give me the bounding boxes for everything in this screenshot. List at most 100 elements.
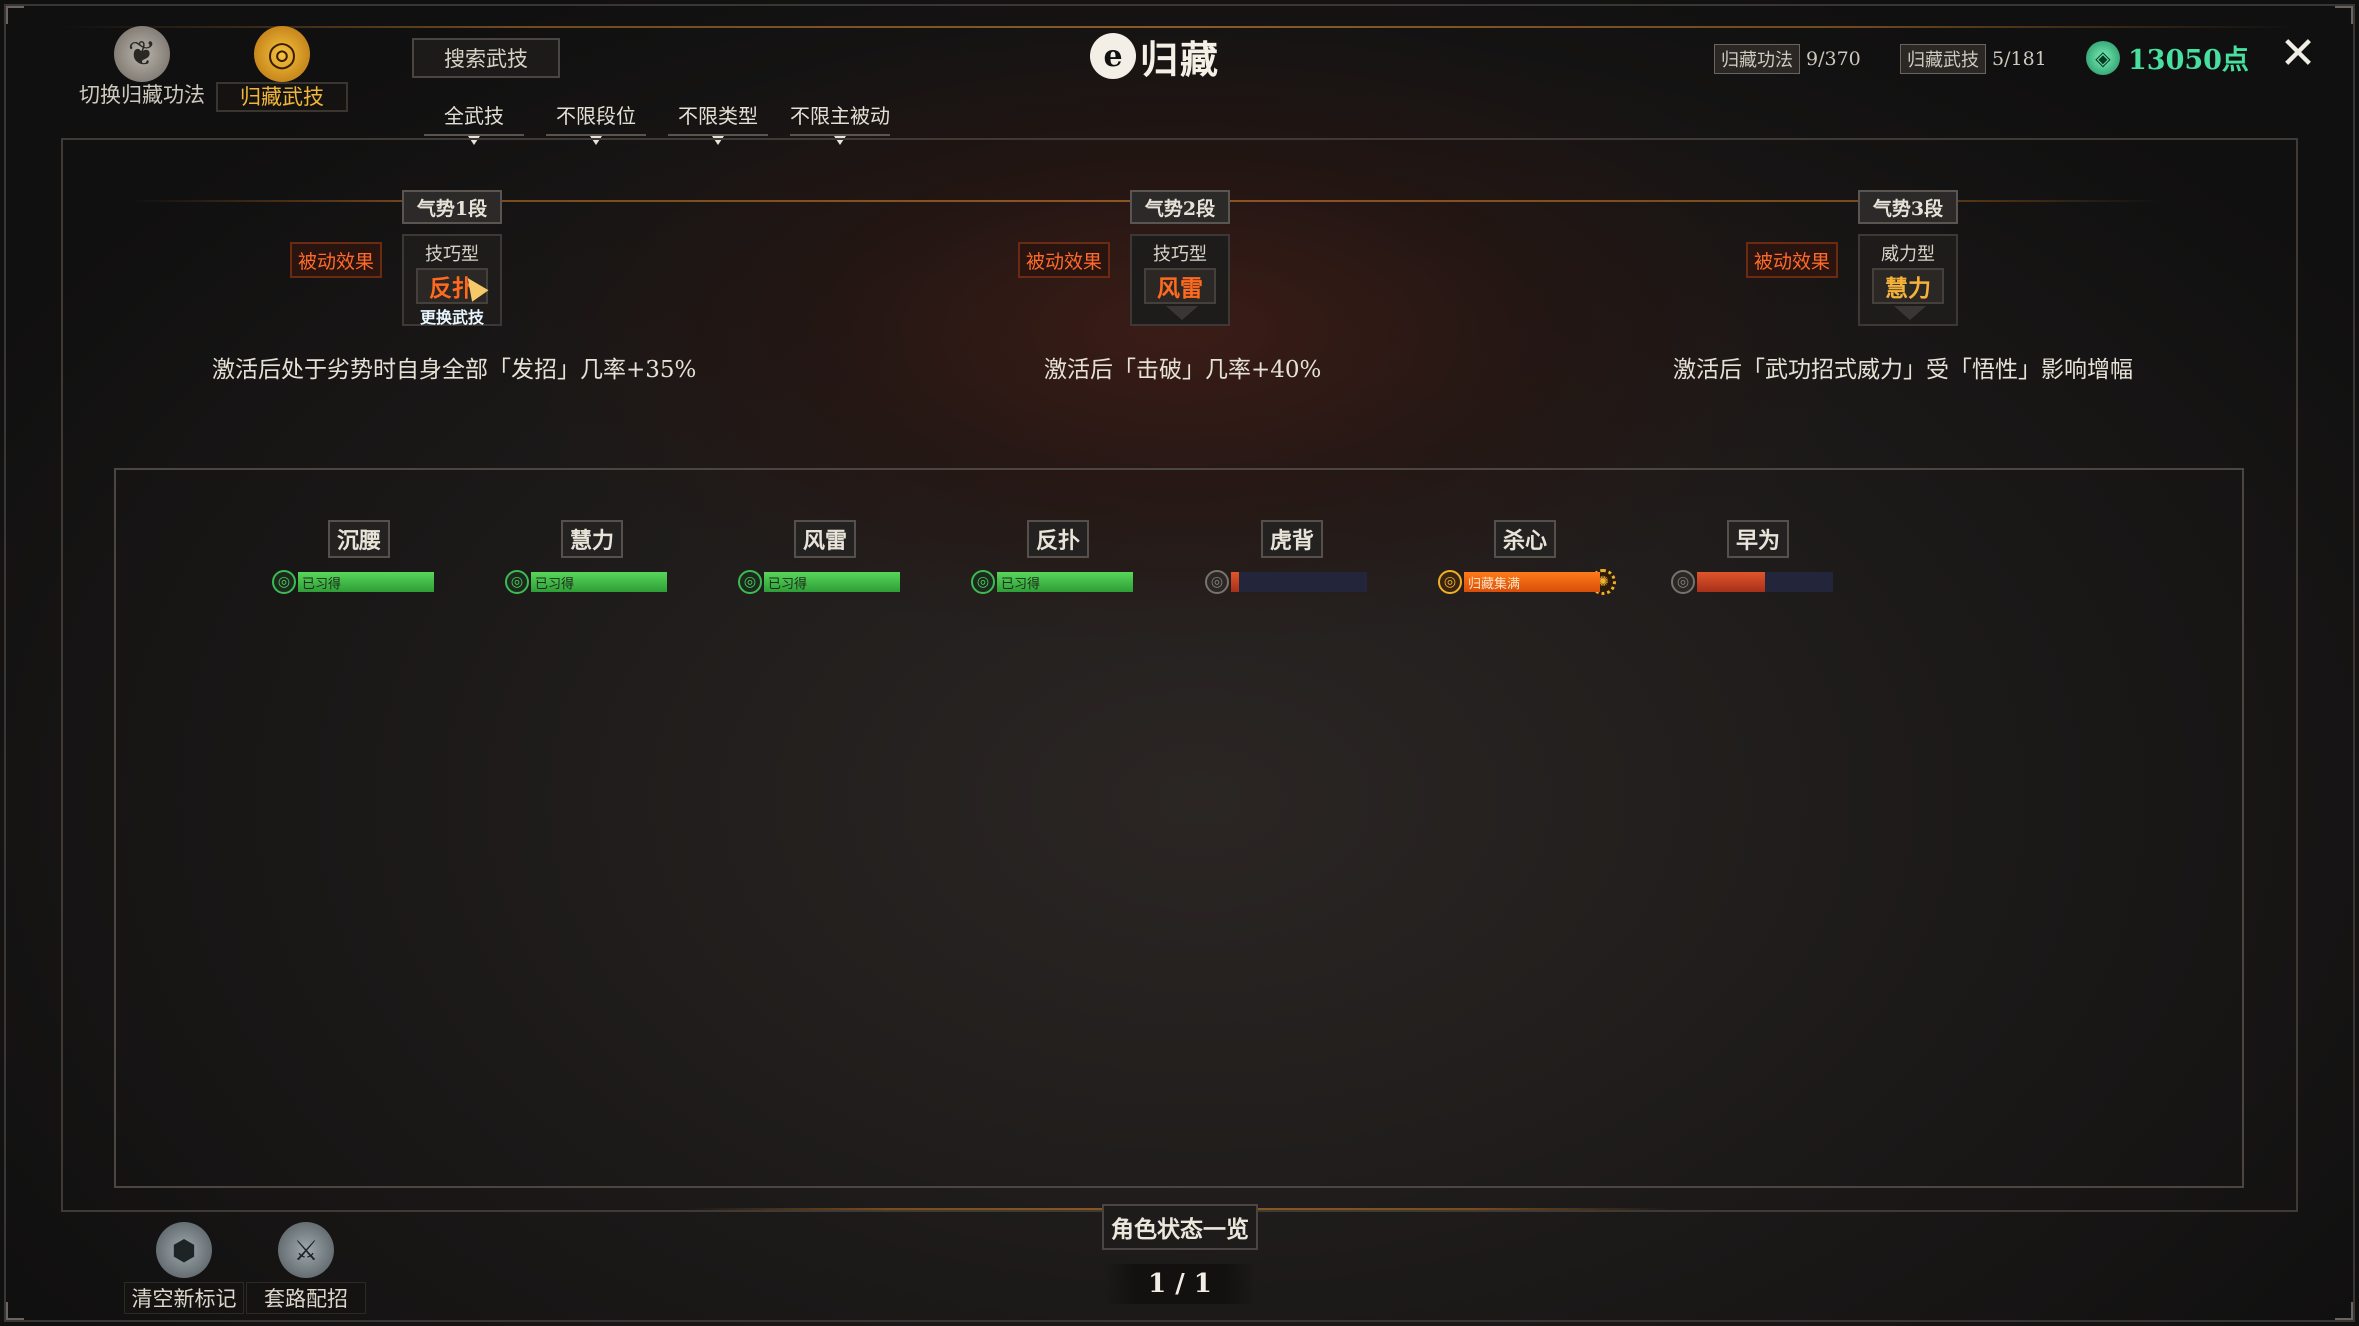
frame-corner	[6, 6, 24, 24]
points-value: 13050点	[2128, 45, 2249, 76]
frame-corner	[2335, 6, 2353, 24]
technique-count-value: 9/370	[1806, 48, 1861, 70]
filter-all-skills[interactable]: 全武技	[424, 100, 524, 145]
chevron-down-icon	[1894, 306, 1926, 320]
slot-skill-name: 风雷	[1144, 268, 1216, 304]
tier-3-description: 激活后「武功招式威力」受「悟性」影响增幅	[1673, 357, 2133, 383]
filter-bar: 全武技 不限段位 不限类型 不限主被动	[424, 100, 890, 145]
skill-progress: ◎ 已习得	[971, 570, 1133, 594]
skill-name: 慧力	[561, 520, 623, 558]
learned-icon: ◎	[738, 570, 762, 594]
skill-name: 杀心	[1494, 520, 1556, 558]
skill-name: 风雷	[794, 520, 856, 558]
tier-2-description: 激活后「击破」几率+40%	[1044, 357, 1322, 383]
skill-count: 归藏武技 5/181	[1900, 44, 2047, 74]
skill-item[interactable]: 反扑 ◎ 已习得	[971, 520, 1141, 594]
progress-status: 已习得	[302, 577, 342, 592]
skill-progress: ◎ 已习得	[505, 570, 667, 594]
progress-fill	[1231, 572, 1240, 592]
progress-status: 已习得	[768, 577, 808, 592]
skill-item[interactable]: 虎背 ◎	[1205, 520, 1375, 594]
locked-icon: ◎	[1205, 570, 1229, 594]
progress-fill	[1697, 572, 1765, 592]
skill-progress: ◎ 归藏集满 ✺	[1438, 569, 1616, 595]
skill-item[interactable]: 沉腰 ◎ 已习得	[272, 520, 442, 594]
progress-bar: 已习得	[531, 572, 667, 592]
tier-1-skill-slot[interactable]: 技巧型 反扑 更换武技	[402, 234, 502, 328]
clear-new-marks-button[interactable]: ⬢ 清空新标记	[124, 1222, 244, 1314]
swap-skill-button[interactable]: 更换武技	[404, 304, 500, 328]
routine-config-label: 套路配招	[246, 1282, 366, 1314]
routine-config-button[interactable]: ⚔ 套路配招	[246, 1222, 366, 1314]
skill-item[interactable]: 杀心 ◎ 归藏集满 ✺	[1438, 520, 1616, 595]
tier-2-header: 气势2段	[1130, 190, 1230, 224]
skill-name: 早为	[1727, 520, 1789, 558]
tier-3-skill-slot[interactable]: 威力型 慧力	[1858, 234, 1958, 326]
tier-1-description: 激活后处于劣势时自身全部「发招」几率+35%	[212, 357, 697, 383]
filter-label: 不限类型	[678, 104, 758, 128]
passive-effect-badge: 被动效果	[290, 242, 382, 278]
tier-1-header: 气势1段	[402, 190, 502, 224]
technique-count: 归藏功法 9/370	[1714, 44, 1861, 74]
skill-list-panel: 沉腰 ◎ 已习得 慧力 ◎ 已习得 风雷 ◎ 已习得 反扑 ◎ 已习得 虎背 ◎	[114, 468, 2244, 1188]
martial-skill-label: 归藏武技	[216, 82, 348, 112]
tier-2-skill-slot[interactable]: 技巧型 风雷	[1130, 234, 1230, 326]
skill-item[interactable]: 慧力 ◎ 已习得	[505, 520, 675, 594]
skill-item[interactable]: 早为 ◎	[1671, 520, 1841, 594]
skill-progress: ◎ 已习得	[738, 570, 900, 594]
filter-type[interactable]: 不限类型	[668, 100, 768, 145]
skill-name: 反扑	[1027, 520, 1089, 558]
frame-corner	[6, 1302, 24, 1320]
page-title-text: 归藏	[1140, 36, 1221, 82]
progress-bar	[1231, 572, 1367, 592]
learned-icon: ◎	[971, 570, 995, 594]
progress-status: 已习得	[1001, 577, 1041, 592]
filter-label: 不限段位	[556, 104, 636, 128]
chevron-down-icon	[1166, 306, 1198, 320]
learned-icon: ◎	[505, 570, 529, 594]
skill-type-label: 技巧型	[1153, 244, 1207, 265]
skill-type-label: 技巧型	[425, 244, 479, 265]
progress-bar: 已习得	[298, 572, 434, 592]
skill-progress: ◎	[1671, 570, 1833, 594]
passive-effect-badge: 被动效果	[1018, 242, 1110, 278]
skill-name: 沉腰	[328, 520, 390, 558]
switch-technique-button[interactable]: ❦ 切换归藏功法	[76, 26, 208, 107]
close-button[interactable]: ✕	[2278, 32, 2318, 76]
slot-skill-name: 慧力	[1872, 268, 1944, 304]
progress-bar: 已习得	[997, 572, 1133, 592]
title-logo-icon: e	[1090, 33, 1136, 79]
skill-type-label: 威力型	[1881, 244, 1935, 265]
filter-label: 不限主被动	[790, 104, 890, 128]
progress-bar: 已习得	[764, 572, 900, 592]
frame-corner	[2335, 1302, 2353, 1320]
skill-progress: ◎ 已习得	[272, 570, 434, 594]
skill-count-tag: 归藏武技	[1900, 44, 1986, 74]
skill-name: 虎背	[1261, 520, 1323, 558]
scroll-icon: ❦	[114, 26, 170, 82]
progress-status: 已习得	[535, 577, 575, 592]
clear-new-marks-label: 清空新标记	[124, 1282, 244, 1314]
learned-icon: ◎	[272, 570, 296, 594]
page-indicator: 1 / 1	[1104, 1264, 1256, 1304]
skill-item[interactable]: 风雷 ◎ 已习得	[738, 520, 908, 594]
passive-effect-badge: 被动效果	[1746, 242, 1838, 278]
progress-bar	[1697, 572, 1833, 592]
page-title: e 归藏	[1090, 28, 1220, 84]
hexagon-icon: ⬢	[156, 1222, 212, 1278]
filter-label: 全武技	[444, 104, 504, 128]
character-status-button[interactable]: 角色状态一览	[1102, 1204, 1258, 1250]
filter-tier[interactable]: 不限段位	[546, 100, 646, 145]
technique-count-tag: 归藏功法	[1714, 44, 1800, 74]
tier-3-header: 气势3段	[1858, 190, 1958, 224]
progress-status: 归藏集满	[1468, 577, 1521, 592]
skill-count-value: 5/181	[1992, 48, 2047, 70]
gem-icon: ◈	[2086, 40, 2120, 75]
filter-active-passive[interactable]: 不限主被动	[790, 100, 890, 145]
skill-progress: ◎	[1205, 570, 1367, 594]
swirl-icon: ◎	[254, 26, 310, 82]
progress-bar: 归藏集满	[1464, 572, 1600, 592]
martial-skill-tab[interactable]: ◎ 归藏武技	[216, 26, 348, 112]
search-skill-button[interactable]: 搜索武技	[412, 38, 560, 78]
crossed-swords-icon: ⚔	[278, 1222, 334, 1278]
